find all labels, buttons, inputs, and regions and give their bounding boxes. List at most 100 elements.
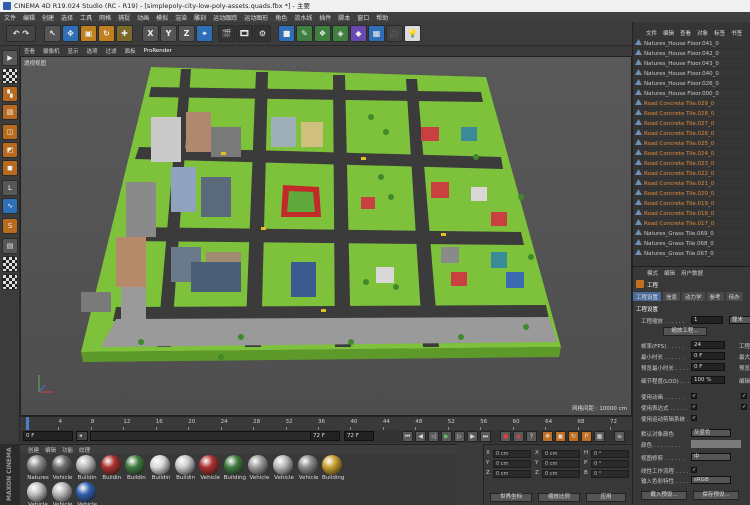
coordinate-system-icon[interactable]: ⌖: [196, 25, 213, 42]
key-selection-icon[interactable]: ?: [526, 431, 537, 442]
object-row[interactable]: Natures_Grass Tile.068_0: [635, 239, 747, 249]
object-menu-0[interactable]: 文件: [646, 29, 657, 37]
object-row[interactable]: Road Concrete Tile.017_0: [635, 219, 747, 229]
object-menu-3[interactable]: 对象: [697, 29, 708, 37]
texture-mode-icon[interactable]: ▚: [2, 86, 18, 102]
end-frame-field[interactable]: 72 F: [310, 431, 340, 441]
y-axis-button[interactable]: Y: [160, 25, 177, 42]
coord-position-field[interactable]: 0 cm: [493, 450, 531, 458]
menu-12[interactable]: 运动图形: [244, 13, 268, 22]
prev-frame-icon[interactable]: ◁: [428, 431, 439, 442]
menu-14[interactable]: 流水线: [294, 13, 312, 22]
save-preset-button[interactable]: 保存预设...: [693, 491, 739, 500]
object-row[interactable]: Road Concrete Tile.026_0: [635, 129, 747, 139]
next-frame-icon[interactable]: ▷: [454, 431, 465, 442]
undo-button[interactable]: ↶ ↷: [6, 25, 36, 42]
render-picture-viewer-icon[interactable]: 🎞: [236, 25, 253, 42]
menu-10[interactable]: 雕刻: [194, 13, 206, 22]
object-row[interactable]: Road Concrete Tile.028_0: [635, 109, 747, 119]
viewport-menu-5[interactable]: 面板: [125, 47, 136, 55]
axis-mode-icon[interactable]: L: [2, 180, 18, 196]
mograph-icon[interactable]: ◈: [332, 25, 349, 42]
object-menu-4[interactable]: 标签: [714, 29, 725, 37]
attribute-tab-1[interactable]: 信息: [663, 292, 681, 301]
key-scale-icon[interactable]: ▣: [555, 431, 566, 442]
object-row[interactable]: Road Concrete Tile.027_0: [635, 119, 747, 129]
material-swatch[interactable]: Vehicle: [75, 482, 97, 505]
viewport-menu-0[interactable]: 查看: [24, 47, 35, 55]
deformer-icon[interactable]: ◆: [350, 25, 367, 42]
material-swatch[interactable]: Vehicle: [297, 455, 319, 481]
material-swatch[interactable]: Buildin: [174, 455, 196, 481]
key-rotation-icon[interactable]: ↻: [568, 431, 579, 442]
pen-spline-icon[interactable]: ✎: [296, 25, 313, 42]
attribute-tab-3[interactable]: 参考: [706, 292, 724, 301]
object-row[interactable]: Natures_House Floor.040_0: [635, 69, 747, 79]
menu-13[interactable]: 角色: [275, 13, 287, 22]
menu-11[interactable]: 运动跟踪: [213, 13, 237, 22]
viewport-menu-2[interactable]: 显示: [68, 47, 79, 55]
use-expression-checkbox[interactable]: ✓: [691, 404, 697, 410]
material-swatch[interactable]: Natures: [26, 455, 49, 481]
material-swatch[interactable]: Vehicle: [247, 455, 269, 481]
coord-rot-field[interactable]: 0 °: [591, 460, 629, 468]
planar-workplane-icon[interactable]: [2, 256, 18, 272]
coord-position-field[interactable]: 0 cm: [493, 460, 531, 468]
coord-apply-button[interactable]: 应用: [586, 493, 626, 502]
menu-1[interactable]: 编辑: [23, 13, 35, 22]
menu-3[interactable]: 选择: [61, 13, 73, 22]
tweak-mode-icon[interactable]: ∿: [2, 198, 18, 214]
menu-15[interactable]: 插件: [319, 13, 331, 22]
preview-min-field[interactable]: 0 F: [691, 363, 725, 371]
snap-icon[interactable]: S: [2, 218, 18, 234]
cube-icon[interactable]: ■: [278, 25, 295, 42]
camera-icon[interactable]: 🎥: [386, 25, 403, 42]
view-clip-select[interactable]: 中: [691, 453, 731, 461]
scale-unit-select[interactable]: 厘米: [729, 316, 750, 324]
object-row[interactable]: Road Concrete Tile.025_0: [635, 139, 747, 149]
object-row[interactable]: Natures_Grass Tile.067_0: [635, 249, 747, 259]
render-settings-icon[interactable]: ⚙: [254, 25, 271, 42]
workplane-icon[interactable]: ▧: [2, 104, 18, 120]
coord-rot-field[interactable]: 0 °: [591, 470, 629, 478]
lod-field[interactable]: 100 %: [691, 376, 725, 384]
menu-7[interactable]: 动画: [137, 13, 149, 22]
input-color-select[interactable]: sRGB: [691, 476, 731, 484]
grid-snap-icon[interactable]: [2, 274, 18, 290]
timeline-menu-icon[interactable]: ≡: [614, 431, 625, 442]
prev-key-icon[interactable]: ◀: [415, 431, 426, 442]
linear-workflow-checkbox[interactable]: ✓: [691, 467, 697, 473]
attribute-tab-2[interactable]: 动力学: [682, 292, 705, 301]
material-swatch[interactable]: Building: [223, 455, 246, 481]
coord-position-field[interactable]: 0 cm: [493, 470, 531, 478]
use-animation-checkbox[interactable]: ✓: [691, 393, 697, 399]
auto-key-icon[interactable]: ◉: [513, 431, 524, 442]
preview-end-field[interactable]: 72 F: [344, 431, 374, 441]
object-row[interactable]: Road Concrete Tile.022_0: [635, 169, 747, 179]
lock-workplane-icon[interactable]: ▤: [2, 238, 18, 254]
menu-18[interactable]: 帮助: [376, 13, 388, 22]
object-row[interactable]: Road Concrete Tile.024_0: [635, 149, 747, 159]
play-icon[interactable]: ▶: [441, 431, 452, 442]
load-preset-button[interactable]: 载入预设...: [641, 491, 687, 500]
coord-size-field[interactable]: 0 cm: [542, 460, 580, 468]
object-menu-5[interactable]: 书签: [731, 29, 742, 37]
coord-mode-select[interactable]: 世界坐标: [490, 493, 532, 502]
material-swatch[interactable]: Buildin: [124, 455, 146, 481]
viewport-menu-3[interactable]: 选项: [87, 47, 98, 55]
object-row[interactable]: Natures_House Floor.026_0: [635, 79, 747, 89]
attribute-tab-4[interactable]: 待办: [725, 292, 743, 301]
fps-field[interactable]: 24: [691, 341, 725, 349]
object-row[interactable]: Road Concrete Tile.020_0: [635, 189, 747, 199]
menu-9[interactable]: 渲染: [175, 13, 187, 22]
menu-16[interactable]: 脚本: [338, 13, 350, 22]
object-row[interactable]: Road Concrete Tile.019_0: [635, 199, 747, 209]
material-tab-3[interactable]: 纹理: [79, 446, 90, 454]
polygons-mode-icon[interactable]: ◼: [2, 160, 18, 176]
playhead[interactable]: [26, 417, 29, 431]
key-position-icon[interactable]: ✥: [542, 431, 553, 442]
material-swatch[interactable]: Buildin: [149, 455, 171, 481]
x-axis-button[interactable]: X: [142, 25, 159, 42]
coord-scale-select[interactable]: 缩放比例: [538, 493, 580, 502]
attribute-menu-2[interactable]: 用户数据: [681, 269, 703, 277]
